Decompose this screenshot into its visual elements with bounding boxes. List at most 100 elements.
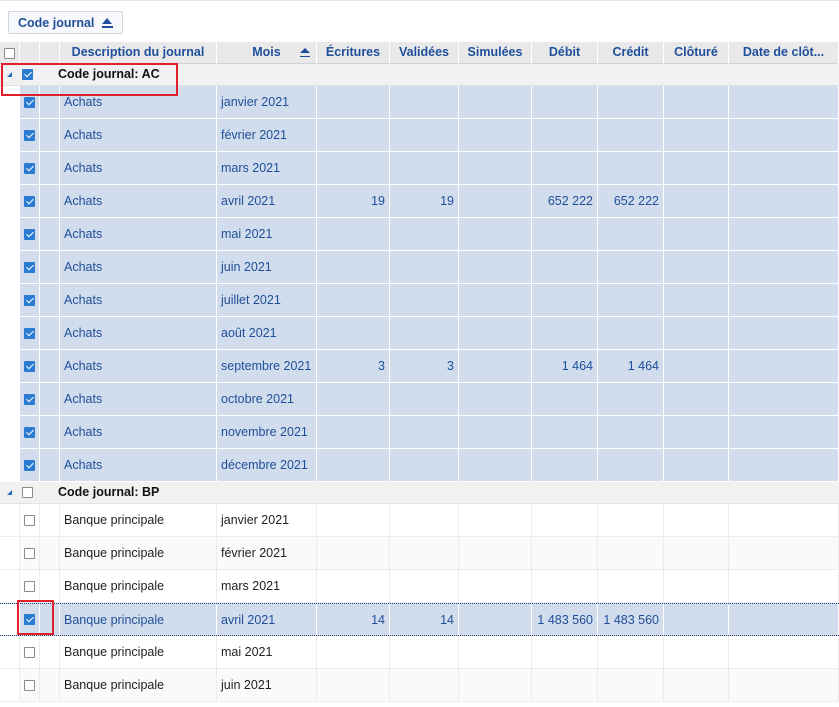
cell-ecritures[interactable]: [317, 251, 390, 283]
cell-ecritures[interactable]: 3: [317, 350, 390, 382]
header-select-all[interactable]: [0, 42, 20, 64]
cell-credit[interactable]: [598, 504, 664, 536]
cell-simulees[interactable]: [459, 636, 532, 668]
row-checkbox[interactable]: [24, 162, 35, 174]
row-checkbox-cell[interactable]: [20, 383, 40, 415]
row-checkbox[interactable]: [24, 228, 35, 240]
cell-cloture[interactable]: [664, 284, 729, 316]
cell-validees[interactable]: [390, 636, 459, 668]
table-row[interactable]: Achats décembre 2021: [0, 449, 839, 482]
header-description[interactable]: Description du journal: [60, 42, 217, 64]
cell-validees[interactable]: [390, 218, 459, 250]
cell-debit[interactable]: [532, 504, 598, 536]
cell-mois[interactable]: février 2021: [217, 119, 317, 151]
cell-validees[interactable]: [390, 86, 459, 118]
header-simulees[interactable]: Simulées: [459, 42, 532, 64]
cell-mois[interactable]: janvier 2021: [217, 86, 317, 118]
group-checkbox[interactable]: [22, 69, 33, 80]
row-checkbox-cell[interactable]: [20, 537, 40, 569]
cell-desc[interactable]: Banque principale: [60, 636, 217, 668]
cell-ecritures[interactable]: [317, 152, 390, 184]
cell-validees[interactable]: [390, 251, 459, 283]
row-checkbox[interactable]: [24, 327, 35, 339]
table-row[interactable]: Achats avril 2021 19 19 652 222 652 222: [0, 185, 839, 218]
cell-desc[interactable]: Achats: [60, 416, 217, 448]
table-row[interactable]: Achats août 2021: [0, 317, 839, 350]
row-checkbox[interactable]: [24, 679, 35, 691]
row-checkbox-cell[interactable]: [20, 251, 40, 283]
cell-debit[interactable]: [532, 383, 598, 415]
cell-credit[interactable]: [598, 119, 664, 151]
cell-cloture[interactable]: [664, 636, 729, 668]
group-by-chip[interactable]: Code journal: [8, 11, 124, 34]
cell-simulees[interactable]: [459, 449, 532, 481]
cell-desc[interactable]: Banque principale: [60, 504, 217, 536]
cell-cloture[interactable]: [664, 185, 729, 217]
cell-desc[interactable]: Achats: [60, 185, 217, 217]
cell-simulees[interactable]: [459, 416, 532, 448]
cell-mois[interactable]: juin 2021: [217, 669, 317, 701]
cell-ecritures[interactable]: [317, 669, 390, 701]
cell-simulees[interactable]: [459, 317, 532, 349]
cell-ecritures[interactable]: [317, 636, 390, 668]
row-checkbox[interactable]: [24, 294, 35, 306]
cell-mois[interactable]: juin 2021: [217, 251, 317, 283]
cell-mois[interactable]: mai 2021: [217, 636, 317, 668]
cell-credit[interactable]: [598, 537, 664, 569]
cell-date[interactable]: [729, 152, 839, 184]
cell-validees[interactable]: [390, 669, 459, 701]
cell-debit[interactable]: [532, 636, 598, 668]
cell-validees[interactable]: 14: [390, 604, 459, 635]
cell-simulees[interactable]: [459, 119, 532, 151]
header-cloture[interactable]: Clôturé: [664, 42, 729, 64]
cell-mois[interactable]: octobre 2021: [217, 383, 317, 415]
cell-date[interactable]: [729, 604, 839, 635]
cell-credit[interactable]: [598, 152, 664, 184]
table-row[interactable]: Achats juillet 2021: [0, 284, 839, 317]
cell-simulees[interactable]: [459, 350, 532, 382]
cell-desc[interactable]: Achats: [60, 449, 217, 481]
cell-simulees[interactable]: [459, 669, 532, 701]
cell-ecritures[interactable]: [317, 570, 390, 602]
cell-cloture[interactable]: [664, 604, 729, 635]
cell-debit[interactable]: [532, 251, 598, 283]
header-mois[interactable]: Mois: [217, 42, 317, 64]
cell-validees[interactable]: [390, 570, 459, 602]
table-row[interactable]: Achats février 2021: [0, 119, 839, 152]
cell-ecritures[interactable]: [317, 449, 390, 481]
cell-credit[interactable]: [598, 251, 664, 283]
row-checkbox[interactable]: [24, 514, 35, 526]
cell-cloture[interactable]: [664, 537, 729, 569]
header-ecritures[interactable]: Écritures: [317, 42, 390, 64]
cell-validees[interactable]: [390, 449, 459, 481]
cell-date[interactable]: [729, 416, 839, 448]
cell-date[interactable]: [729, 669, 839, 701]
cell-debit[interactable]: 1 483 560: [532, 604, 598, 635]
cell-mois[interactable]: janvier 2021: [217, 504, 317, 536]
cell-desc[interactable]: Achats: [60, 152, 217, 184]
cell-validees[interactable]: 19: [390, 185, 459, 217]
cell-desc[interactable]: Banque principale: [60, 570, 217, 602]
cell-date[interactable]: [729, 185, 839, 217]
header-date-cloture[interactable]: Date de clôt...: [729, 42, 839, 64]
cell-ecritures[interactable]: [317, 504, 390, 536]
cell-ecritures[interactable]: [317, 86, 390, 118]
row-checkbox-cell[interactable]: [20, 119, 40, 151]
cell-desc[interactable]: Banque principale: [60, 669, 217, 701]
cell-date[interactable]: [729, 218, 839, 250]
cell-ecritures[interactable]: [317, 537, 390, 569]
cell-mois[interactable]: mai 2021: [217, 218, 317, 250]
cell-mois[interactable]: novembre 2021: [217, 416, 317, 448]
cell-validees[interactable]: [390, 317, 459, 349]
cell-ecritures[interactable]: [317, 317, 390, 349]
cell-date[interactable]: [729, 537, 839, 569]
cell-debit[interactable]: [532, 152, 598, 184]
row-checkbox[interactable]: [24, 129, 35, 141]
cell-cloture[interactable]: [664, 152, 729, 184]
cell-desc[interactable]: Banque principale: [60, 604, 217, 635]
cell-validees[interactable]: [390, 383, 459, 415]
cell-desc[interactable]: Achats: [60, 86, 217, 118]
cell-validees[interactable]: 3: [390, 350, 459, 382]
cell-mois[interactable]: mars 2021: [217, 570, 317, 602]
cell-debit[interactable]: [532, 416, 598, 448]
